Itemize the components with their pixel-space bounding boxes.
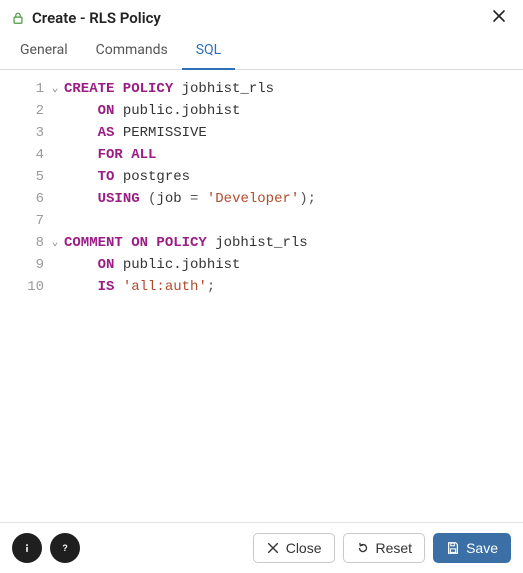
tab-commands[interactable]: Commands (82, 34, 182, 70)
code-line[interactable] (64, 210, 523, 232)
code-line[interactable]: TO postgres (64, 166, 523, 188)
info-button[interactable] (12, 533, 42, 563)
lock-icon (10, 10, 26, 26)
line-number: 8 (0, 232, 48, 254)
fold-gutter: ⌄⌄ (48, 78, 62, 522)
line-number: 4 (0, 144, 48, 166)
line-number: 7 (0, 210, 48, 232)
code-line[interactable]: CREATE POLICY jobhist_rls (64, 78, 523, 100)
fold-toggle (48, 188, 62, 210)
fold-toggle (48, 100, 62, 122)
fold-toggle (48, 166, 62, 188)
code-line[interactable]: AS PERMISSIVE (64, 122, 523, 144)
dialog-header: Create - RLS Policy (0, 0, 523, 34)
dialog-footer: ? Close Reset Save (0, 522, 523, 573)
fold-toggle (48, 276, 62, 298)
close-button-label: Close (286, 540, 322, 556)
fold-toggle (48, 122, 62, 144)
line-number-gutter: 12345678910 (0, 78, 48, 522)
sql-editor[interactable]: 12345678910 ⌄⌄ CREATE POLICY jobhist_rls… (0, 70, 523, 522)
close-icon[interactable] (487, 6, 511, 30)
code-line[interactable]: USING (job = 'Developer'); (64, 188, 523, 210)
svg-text:?: ? (62, 543, 67, 553)
fold-toggle (48, 144, 62, 166)
help-button[interactable]: ? (50, 533, 80, 563)
line-number: 5 (0, 166, 48, 188)
tab-bar: General Commands SQL (0, 34, 523, 70)
code-line[interactable]: FOR ALL (64, 144, 523, 166)
reset-button-label: Reset (376, 540, 413, 556)
line-number: 9 (0, 254, 48, 276)
close-button[interactable]: Close (253, 533, 335, 563)
save-button[interactable]: Save (433, 533, 511, 563)
reset-button[interactable]: Reset (343, 533, 426, 563)
save-button-label: Save (466, 540, 498, 556)
line-number: 10 (0, 276, 48, 298)
fold-toggle[interactable]: ⌄ (48, 78, 62, 100)
fold-toggle (48, 210, 62, 232)
code-line[interactable]: COMMENT ON POLICY jobhist_rls (64, 232, 523, 254)
fold-toggle (48, 254, 62, 276)
code-line[interactable]: IS 'all:auth'; (64, 276, 523, 298)
dialog-title: Create - RLS Policy (32, 9, 161, 27)
line-number: 3 (0, 122, 48, 144)
tab-general[interactable]: General (6, 34, 82, 70)
line-number: 6 (0, 188, 48, 210)
code-area[interactable]: CREATE POLICY jobhist_rls ON public.jobh… (62, 78, 523, 522)
code-line[interactable]: ON public.jobhist (64, 100, 523, 122)
code-line[interactable]: ON public.jobhist (64, 254, 523, 276)
line-number: 2 (0, 100, 48, 122)
tab-sql[interactable]: SQL (182, 34, 235, 70)
fold-toggle[interactable]: ⌄ (48, 232, 62, 254)
line-number: 1 (0, 78, 48, 100)
